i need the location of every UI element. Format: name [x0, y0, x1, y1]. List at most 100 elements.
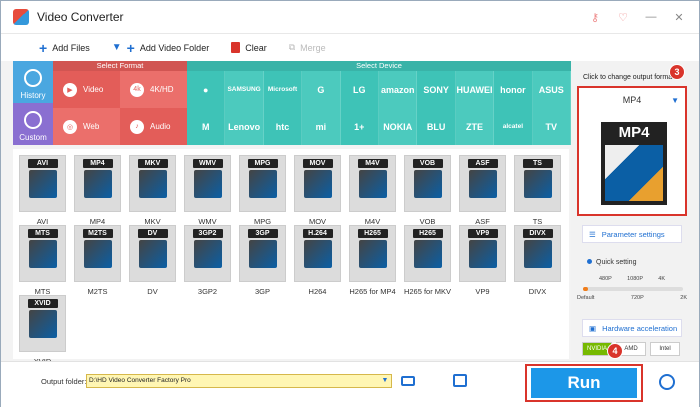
output-format-image: MP4 — [601, 122, 667, 205]
format-badge: XVID — [27, 299, 58, 308]
select-device-header: Select Device — [187, 61, 571, 71]
format-tile[interactable]: 3GP2 3GP2 — [184, 225, 231, 296]
format-tile[interactable]: 3GP 3GP — [239, 225, 286, 296]
format-audio[interactable]: ♪ Audio — [120, 108, 187, 145]
dropdown-arrow-icon[interactable]: ▼ — [379, 375, 391, 387]
format-tile[interactable]: ASF ASF — [459, 155, 506, 226]
device-item[interactable]: SONY — [417, 71, 456, 108]
device-item[interactable]: ZTE — [455, 108, 495, 145]
add-video-folder-button[interactable]: ▼ + Add Video Folder — [112, 40, 209, 56]
key-icon[interactable]: ⚷ — [581, 7, 609, 27]
format-video[interactable]: ▶ Video — [53, 71, 120, 108]
device-item[interactable]: Lenovo — [225, 108, 264, 145]
format-tile[interactable]: MP4 MP4 — [74, 155, 121, 226]
format-tile[interactable]: H265 H265 for MP4 — [349, 225, 396, 296]
device-item[interactable]: htc — [264, 108, 303, 145]
format-tile[interactable]: MOV MOV — [294, 155, 341, 226]
step-4-badge: 4 — [607, 343, 623, 359]
format-tile[interactable]: TS TS — [514, 155, 561, 226]
video-file-icon — [193, 240, 222, 268]
custom-icon — [24, 111, 42, 129]
format-badge: MKV — [137, 159, 168, 168]
format-4k-hd[interactable]: 4k 4K/HD — [120, 71, 187, 108]
minimize-button[interactable]: — — [637, 7, 665, 27]
device-item[interactable]: ASUS — [532, 71, 571, 108]
intel-chip[interactable]: Intel — [650, 342, 680, 356]
format-badge: MPG — [247, 159, 278, 168]
device-item[interactable]: SAMSUNG — [225, 71, 264, 108]
speaker-icon: ♪ — [130, 119, 144, 134]
format-label: H264 — [308, 287, 327, 296]
format-badge: 3GP — [247, 229, 278, 238]
format-tile[interactable]: XVIDXVID — [19, 295, 66, 366]
run-button[interactable]: Run — [531, 368, 637, 398]
device-item[interactable]: honor — [494, 71, 533, 108]
device-item[interactable]: 1+ — [341, 108, 379, 145]
format-tile[interactable]: VOB VOB — [404, 155, 451, 226]
device-item[interactable]: ● — [187, 71, 226, 108]
quick-setting-slider[interactable] — [583, 287, 683, 291]
close-button[interactable]: ✕ — [665, 7, 693, 27]
format-tile[interactable]: VP9 VP9 — [459, 225, 506, 296]
format-tile[interactable]: MTS MTS — [19, 225, 66, 296]
device-item[interactable]: NOKIA — [379, 108, 418, 145]
merge-button[interactable]: ⧉ Merge — [289, 42, 326, 53]
format-tile[interactable]: WMV WMV — [184, 155, 231, 226]
device-item[interactable]: M — [187, 108, 226, 145]
quick-setting-fill — [583, 287, 588, 291]
custom-tab[interactable]: Custom — [13, 103, 53, 145]
video-file-icon — [358, 170, 387, 198]
parameter-settings-button[interactable]: ☰ Parameter settings — [582, 225, 682, 243]
format-tile[interactable]: DIVX DIVX — [514, 225, 561, 296]
folder-icon[interactable] — [401, 376, 415, 386]
favorite-icon[interactable]: ♡ — [609, 7, 637, 27]
add-files-button[interactable]: + Add Files — [39, 40, 90, 56]
format-tile-icon: M4V — [349, 155, 396, 212]
format-tile[interactable]: H.264 H264 — [294, 225, 341, 296]
hardware-acceleration-button[interactable]: ▣ Hardware acceleration — [582, 319, 682, 337]
open-folder-icon[interactable] — [453, 374, 467, 387]
device-item[interactable]: mi — [302, 108, 341, 145]
format-label: DV — [147, 287, 158, 296]
app-logo-icon — [13, 9, 29, 25]
format-tile-icon: M2TS — [74, 225, 121, 282]
output-format-box[interactable]: MP4 ▼ MP4 — [577, 86, 687, 216]
output-folder-input[interactable]: D:\HD Video Converter Factory Pro ▼ — [86, 374, 392, 388]
video-file-icon — [523, 170, 552, 198]
format-tile[interactable]: M2TS M2TS — [74, 225, 121, 296]
format-tile[interactable]: MPG MPG — [239, 155, 286, 226]
output-hint: Click to change output format: — [583, 74, 676, 81]
device-item[interactable]: Microsoft — [264, 71, 303, 108]
dropdown-arrow-icon[interactable]: ▼ — [112, 42, 122, 53]
output-format-select[interactable]: MP4 ▼ — [583, 92, 681, 108]
device-item[interactable]: TV — [532, 108, 571, 145]
device-item[interactable]: LG — [341, 71, 379, 108]
title-bar: Video Converter ⚷ ♡ — ✕ — [1, 1, 699, 33]
format-tile[interactable]: AVI AVI — [19, 155, 66, 226]
format-tile-icon: ASF — [459, 155, 506, 212]
format-tile[interactable]: DV DV — [129, 225, 176, 296]
format-badge: MTS — [27, 229, 58, 238]
format-tile-icon: MPG — [239, 155, 286, 212]
format-tile-icon: VP9 — [459, 225, 506, 282]
format-badge: DV — [137, 229, 168, 238]
format-tile-icon: DIVX — [514, 225, 561, 282]
device-item[interactable]: BLU — [417, 108, 456, 145]
format-web[interactable]: ◎ Web — [53, 108, 120, 145]
format-tile[interactable]: M4V M4V — [349, 155, 396, 226]
quick-setting-label: Quick setting — [587, 259, 636, 266]
history-tab[interactable]: History — [13, 61, 53, 103]
format-tile[interactable]: H265 H265 for MKV — [404, 225, 451, 296]
format-tile[interactable]: MKV MKV — [129, 155, 176, 226]
video-file-icon — [193, 170, 222, 198]
format-label: H265 for MKV — [403, 287, 452, 296]
video-file-icon — [28, 240, 57, 268]
device-item[interactable]: amazon — [379, 71, 418, 108]
output-panel: Click to change output format: 3 MP4 ▼ M… — [571, 61, 699, 361]
clear-button[interactable]: Clear — [231, 42, 267, 53]
alarm-clock-icon[interactable] — [659, 374, 675, 390]
format-badge: VP9 — [467, 229, 498, 238]
device-item[interactable]: G — [302, 71, 341, 108]
device-item[interactable]: HUAWEI — [455, 71, 495, 108]
device-item[interactable]: alcatel — [494, 108, 533, 145]
